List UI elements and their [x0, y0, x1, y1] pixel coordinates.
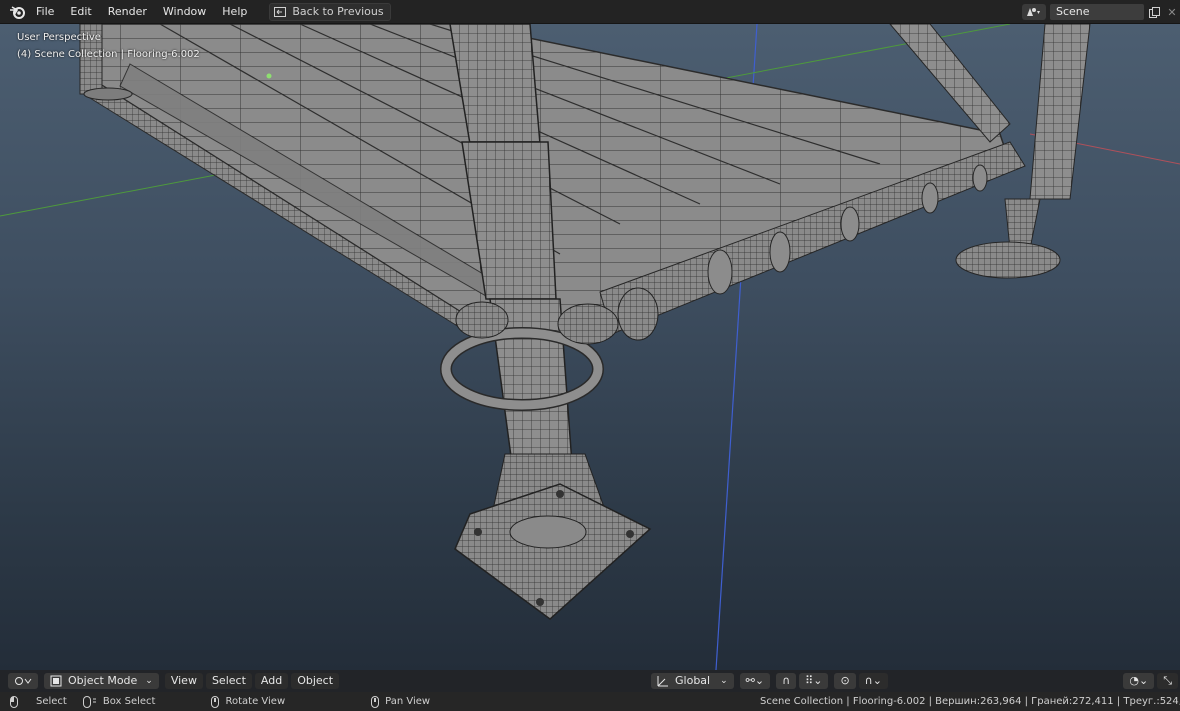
menu-edit[interactable]: Edit [62, 0, 99, 24]
status-select-label: Select [36, 696, 67, 707]
scaffold-mesh-render [0, 24, 1180, 670]
3d-viewport[interactable]: User Perspective (4) Scene Collection | … [0, 24, 1180, 670]
add-menu[interactable]: Add [254, 673, 289, 689]
mouse-pan-icon [371, 695, 380, 708]
select-menu[interactable]: Select [205, 673, 252, 689]
transform-orientation-label: Global [675, 674, 711, 687]
back-to-previous-button[interactable]: Back to Previous [269, 2, 391, 21]
overlays-button[interactable]: ⤡ [1157, 673, 1178, 689]
right-lower-post [1004, 198, 1041, 250]
coupler-right [557, 303, 619, 345]
editor-type-icon [15, 677, 32, 685]
top-menu-bar: File Edit Render Window Help Back to Pre… [0, 0, 1180, 24]
viewport-header: Object Mode ⌄ View Select Add Object Glo… [0, 670, 1180, 692]
object-mode-icon [50, 675, 62, 687]
menu-render[interactable]: Render [100, 0, 155, 24]
active-collection-label: (4) Scene Collection | Flooring-6.002 [17, 49, 200, 60]
object-origin-dot [266, 73, 272, 79]
mode-dropdown[interactable]: Object Mode ⌄ [44, 673, 159, 689]
status-box-select-label: Box Select [102, 696, 156, 707]
pivot-point-button[interactable]: ⚯⌄ [739, 673, 771, 689]
falloff-curve-icon: ∩⌄ [864, 674, 882, 687]
mouse-middle-icon [211, 695, 220, 708]
status-box-select: Box Select [82, 695, 156, 708]
proportional-icon: ⊙ [840, 674, 850, 687]
menu-help[interactable]: Help [214, 0, 255, 24]
pivot-link-icon: ⚯⌄ [745, 674, 765, 687]
orientation-icon [657, 676, 669, 687]
falloff-dropdown[interactable]: ∩⌄ [858, 673, 888, 689]
delete-scene-button[interactable]: ✕ [1164, 4, 1180, 20]
mode-label: Object Mode [68, 674, 138, 687]
scene-selector: Scene ✕ [1022, 2, 1180, 22]
status-pan: Pan View [371, 695, 431, 708]
object-menu[interactable]: Object [291, 673, 340, 689]
copy-icon [1148, 6, 1160, 18]
status-select: Select [10, 695, 67, 708]
blender-logo-icon[interactable] [6, 1, 28, 23]
status-pan-label: Pan View [385, 696, 431, 707]
scene-statistics: Scene Collection | Flooring-6.002 | Верш… [760, 696, 1180, 707]
snap-target-button[interactable]: ⠿⌄ [799, 673, 829, 689]
gizmo-icon: ◔⌄ [1129, 674, 1149, 687]
editor-type-button[interactable] [8, 673, 38, 689]
right-upright [1029, 24, 1091, 200]
magnet-icon: ∩ [782, 674, 791, 687]
overlay-icon: ⤡ [1163, 674, 1172, 687]
right-base-plate [955, 241, 1061, 279]
view-perspective-label: User Perspective [17, 32, 101, 43]
chevron-down-icon: ⌄ [145, 676, 153, 686]
chevron-down-icon: ⌄ [720, 676, 728, 686]
menu-window[interactable]: Window [155, 0, 214, 24]
status-rotate: Rotate View [211, 695, 286, 708]
mouse-left-icon [10, 695, 18, 708]
new-scene-button[interactable] [1144, 4, 1164, 20]
coupler-left [455, 301, 509, 339]
scene-icon [1027, 8, 1040, 16]
snap-toggle[interactable]: ∩ [776, 673, 797, 689]
proportional-edit-toggle[interactable]: ⊙ [834, 673, 856, 689]
status-rotate-label: Rotate View [225, 696, 286, 707]
transform-orientation-dropdown[interactable]: Global ⌄ [651, 673, 734, 689]
view-menu[interactable]: View [164, 673, 203, 689]
snap-grid-icon: ⠿⌄ [805, 674, 823, 687]
status-bar: Select Box Select Rotate View Pan View S… [0, 692, 1180, 711]
screen-back-icon [274, 6, 287, 17]
viewport-gizmo-button[interactable]: ◔⌄ [1123, 673, 1155, 689]
close-icon: ✕ [1167, 5, 1177, 19]
base-plate [454, 483, 652, 620]
menu-file[interactable]: File [28, 0, 62, 24]
scene-name-field[interactable]: Scene [1050, 4, 1144, 20]
back-to-previous-label: Back to Previous [292, 5, 384, 18]
scene-browse-button[interactable] [1022, 4, 1046, 20]
mouse-drag-icon [82, 695, 96, 708]
